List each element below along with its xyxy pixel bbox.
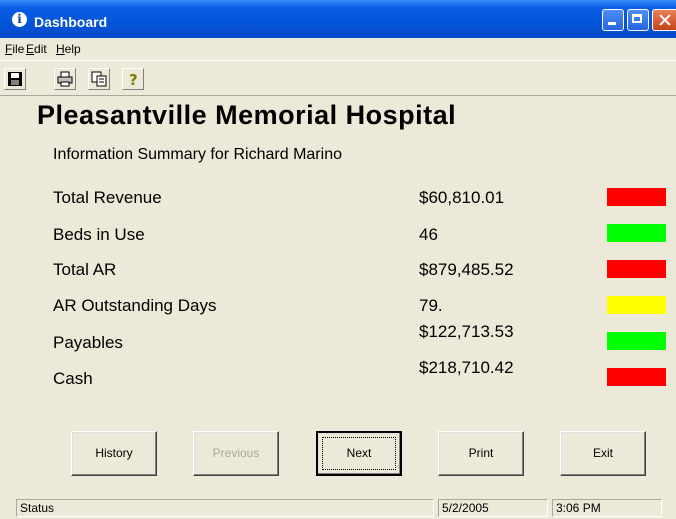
status-indicator xyxy=(607,296,666,314)
window-title: Dashboard xyxy=(34,14,108,30)
previous-button[interactable]: Previous xyxy=(193,431,279,476)
help-button[interactable]: ? xyxy=(122,68,144,90)
status-indicator xyxy=(607,368,666,386)
status-time: 3:06 PM xyxy=(552,499,662,517)
history-button-label: History xyxy=(95,446,133,460)
copy-button[interactable] xyxy=(88,68,110,90)
exit-button[interactable]: Exit xyxy=(560,431,646,476)
previous-button-label: Previous xyxy=(212,446,260,460)
next-button-label: Next xyxy=(346,446,372,460)
status-bar: Status 5/2/2005 3:06 PM xyxy=(0,497,676,519)
maximize-button[interactable] xyxy=(627,9,649,31)
metric-value-ar-outstanding-days: 79. xyxy=(419,296,443,315)
menu-file[interactable]: File xyxy=(5,42,24,56)
print-button-label: Print xyxy=(468,446,494,460)
metric-value-payables: $122,713.53 xyxy=(419,322,514,341)
save-button[interactable] xyxy=(4,68,26,90)
metric-value-total-ar: $879,485.52 xyxy=(419,260,514,279)
title-bar[interactable]: i Dashboard xyxy=(0,0,676,38)
status-indicator xyxy=(607,260,666,278)
status-indicator xyxy=(607,332,666,350)
menu-edit[interactable]: Edit xyxy=(26,42,47,56)
hospital-name: Pleasantville Memorial Hospital xyxy=(37,100,457,130)
info-icon: i xyxy=(12,12,27,27)
metric-value-cash: $218,710.42 xyxy=(419,358,514,377)
exit-button-label: Exit xyxy=(592,446,613,460)
status-date: 5/2/2005 xyxy=(438,499,548,517)
metric-label-total-ar: Total AR xyxy=(53,260,117,279)
metric-label-ar-outstanding-days: AR Outstanding Days xyxy=(53,296,217,315)
save-icon xyxy=(8,72,22,86)
metric-label-total-revenue: Total Revenue xyxy=(53,188,162,207)
metric-value-total-revenue: $60,810.01 xyxy=(419,188,505,207)
toolbar: ? xyxy=(0,60,676,96)
minimize-button[interactable] xyxy=(602,9,624,31)
metric-label-beds-in-use: Beds in Use xyxy=(53,225,145,244)
help-icon: ? xyxy=(129,71,138,87)
svg-text:?: ? xyxy=(129,71,138,87)
copy-icon xyxy=(91,71,107,87)
status-text: Status xyxy=(16,499,434,517)
status-indicator xyxy=(607,188,666,206)
status-indicator xyxy=(607,224,666,242)
metric-value-beds-in-use: 46 xyxy=(419,225,438,244)
next-button[interactable]: Next xyxy=(316,431,402,476)
menu-bar: File Edit Help xyxy=(0,38,676,59)
summary-subtitle: Information Summary for Richard Marino xyxy=(53,146,342,163)
dashboard-window: i Dashboard File Edit Help ? Pleasantvil… xyxy=(0,0,676,519)
print-button[interactable] xyxy=(54,68,76,90)
menu-help[interactable]: Help xyxy=(56,42,81,56)
history-button[interactable]: History xyxy=(71,431,157,476)
metric-label-payables: Payables xyxy=(53,333,123,352)
metric-label-cash: Cash xyxy=(53,369,93,388)
print-icon xyxy=(57,71,73,87)
close-button[interactable] xyxy=(652,9,676,31)
print-report-button[interactable]: Print xyxy=(438,431,524,476)
